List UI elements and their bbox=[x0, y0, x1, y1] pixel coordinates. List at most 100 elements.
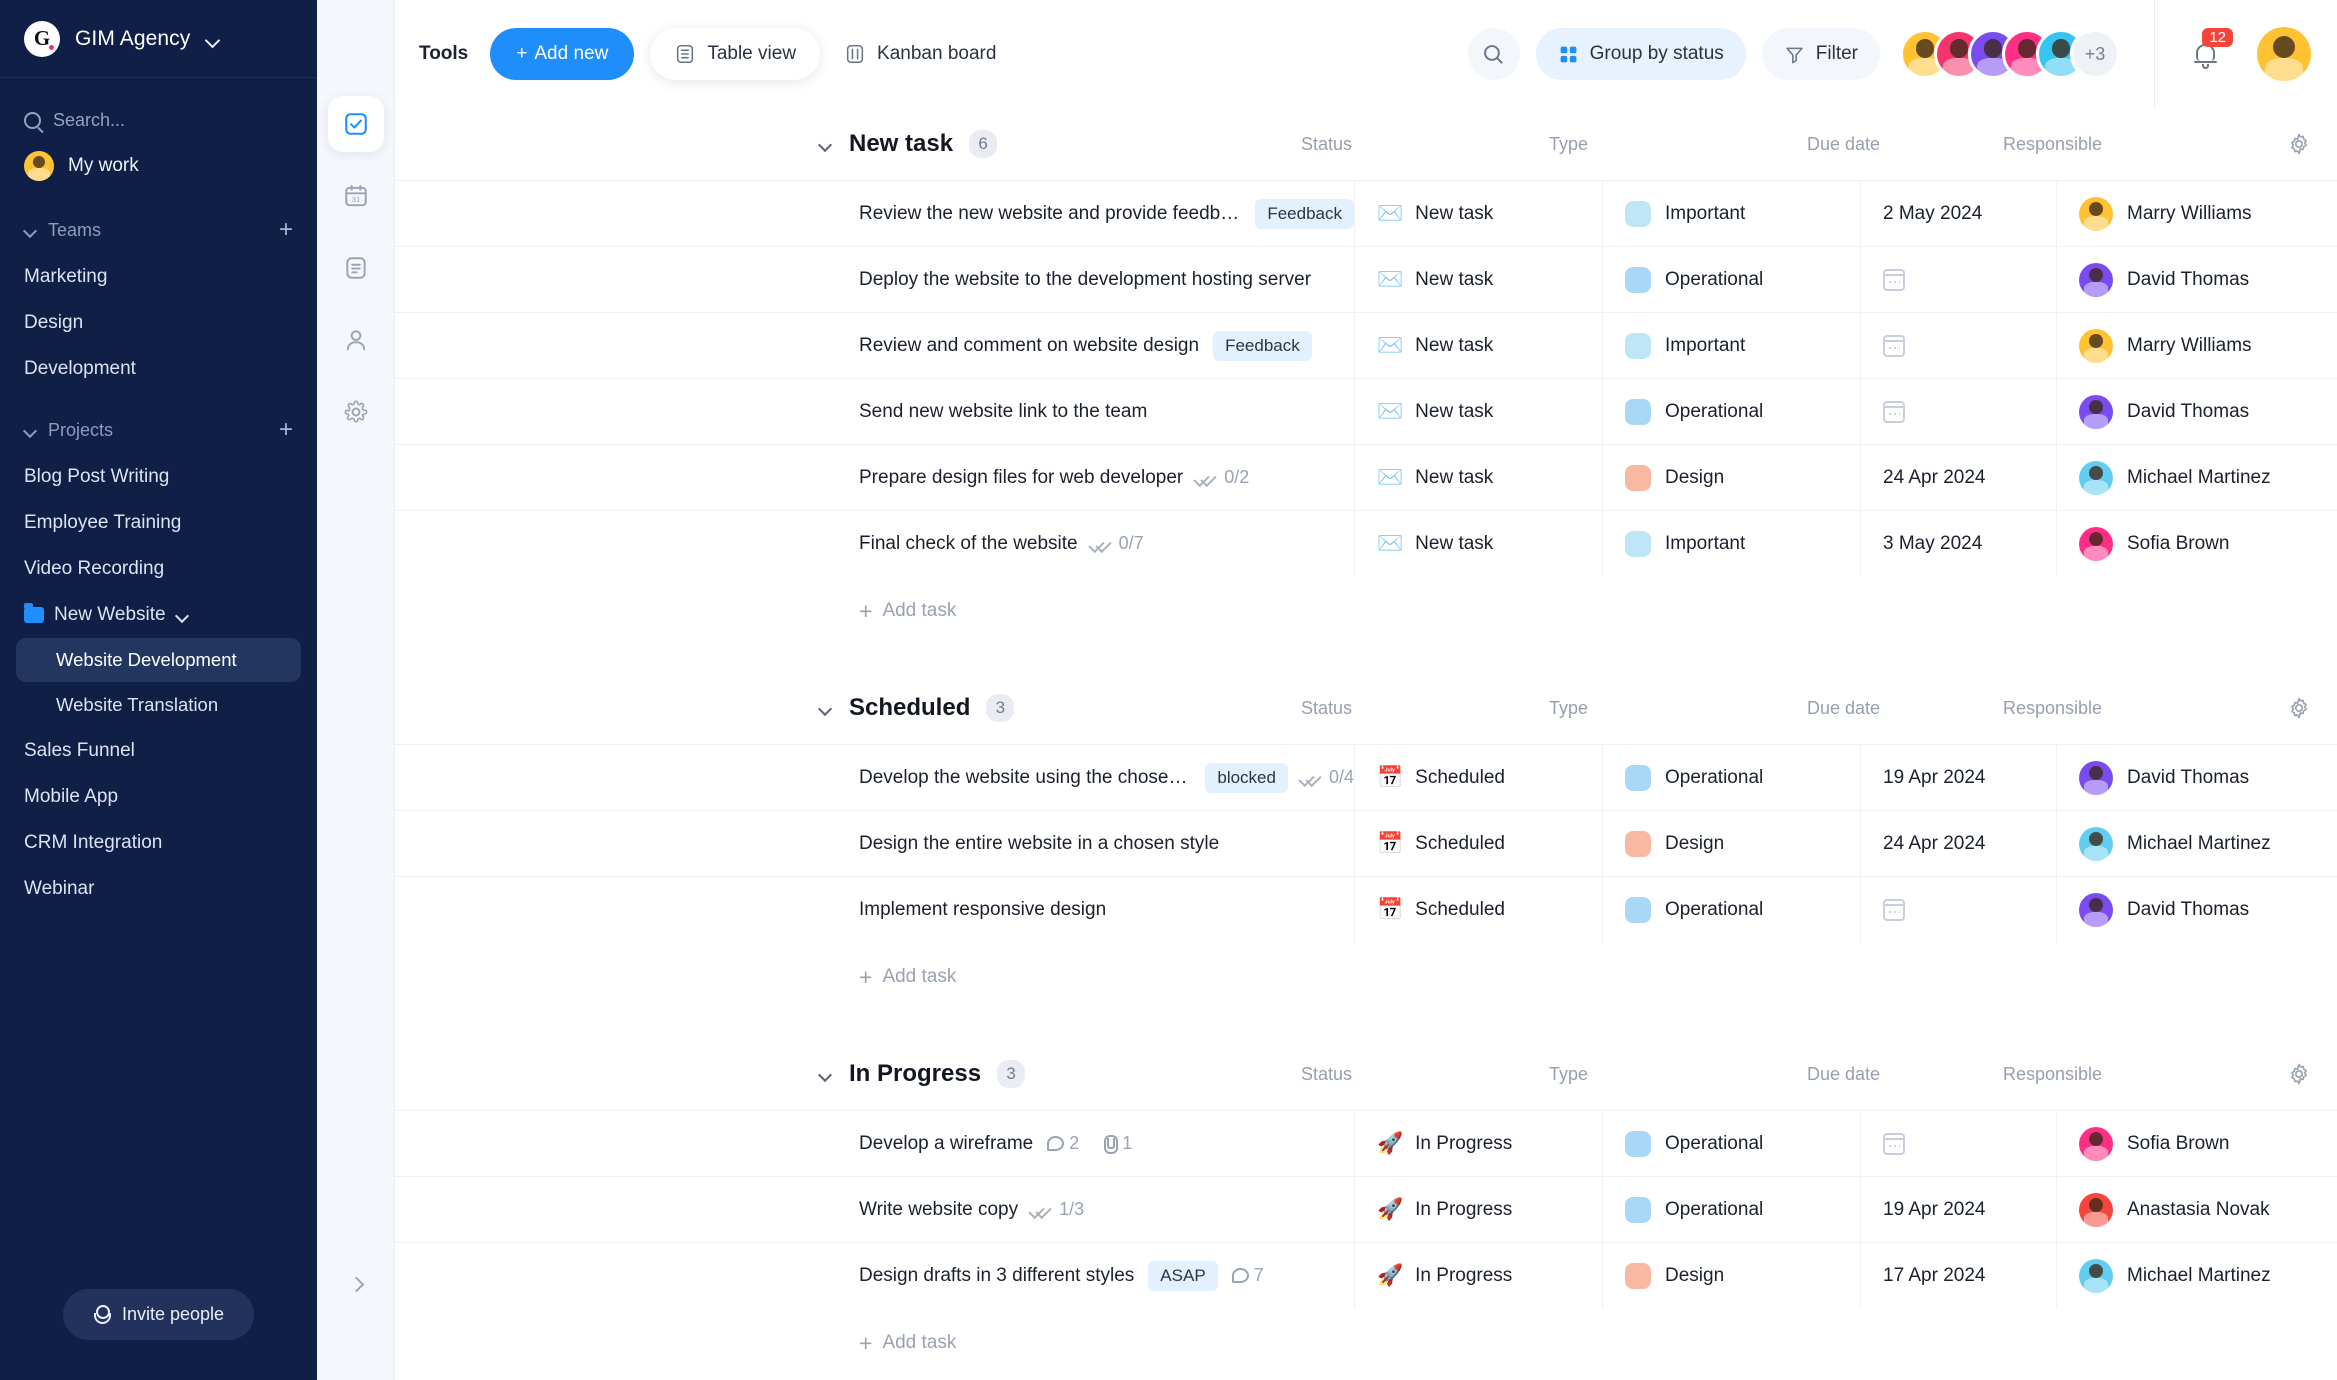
task-due-date-cell[interactable] bbox=[1861, 1110, 2057, 1177]
invite-people-button[interactable]: Invite people bbox=[62, 1289, 255, 1340]
task-responsible-cell[interactable]: Marry Williams bbox=[2057, 313, 2337, 379]
notifications-button[interactable]: 12 bbox=[2181, 28, 2233, 78]
task-responsible-cell[interactable]: David Thomas bbox=[2057, 247, 2337, 313]
task-due-date-cell[interactable]: 3 May 2024 bbox=[1861, 510, 2057, 577]
task-status-cell[interactable]: 🚀 In Progress bbox=[1355, 1242, 1603, 1309]
table-row[interactable]: Write website copy 1/3 🚀 In Progress Ope… bbox=[395, 1176, 2337, 1243]
task-type-cell[interactable]: Design bbox=[1603, 444, 1861, 511]
table-settings-button[interactable] bbox=[2261, 696, 2337, 720]
filter-button[interactable]: Filter bbox=[1761, 28, 1880, 80]
chevron-down-icon[interactable] bbox=[176, 608, 190, 622]
task-due-date-cell[interactable]: 19 Apr 2024 bbox=[1861, 1176, 2057, 1243]
task-title-cell[interactable]: Design drafts in 3 different styles ASAP… bbox=[395, 1242, 1355, 1309]
task-status-cell[interactable]: ✉️ New task bbox=[1355, 180, 1603, 247]
task-responsible-cell[interactable]: David Thomas bbox=[2057, 379, 2337, 445]
task-due-date-cell[interactable]: 2 May 2024 bbox=[1861, 180, 2057, 247]
group-by-status-button[interactable]: Group by status bbox=[1535, 28, 1746, 80]
add-new-button[interactable]: + Add new bbox=[490, 28, 635, 80]
sidebar-item-my-work[interactable]: My work bbox=[0, 140, 317, 192]
task-type-cell[interactable]: Important bbox=[1603, 180, 1861, 247]
table-row[interactable]: Send new website link to the team ✉️ New… bbox=[395, 378, 2337, 445]
sidebar-group-projects[interactable]: Projects + bbox=[0, 406, 317, 454]
task-due-date-cell[interactable]: 17 Apr 2024 bbox=[1861, 1242, 2057, 1309]
task-due-date-cell[interactable] bbox=[1861, 876, 2057, 943]
task-title-cell[interactable]: Review and comment on website design Fee… bbox=[395, 312, 1355, 379]
task-due-date-cell[interactable]: 24 Apr 2024 bbox=[1861, 810, 2057, 877]
table-settings-button[interactable] bbox=[2261, 132, 2337, 156]
task-title-cell[interactable]: Design the entire website in a chosen st… bbox=[395, 810, 1355, 877]
task-title-cell[interactable]: Develop the website using the chosen CMS… bbox=[395, 744, 1355, 811]
task-type-cell[interactable]: Operational bbox=[1603, 246, 1861, 313]
task-type-cell[interactable]: Important bbox=[1603, 510, 1861, 577]
task-responsible-cell[interactable]: David Thomas bbox=[2057, 877, 2337, 943]
search-button[interactable] bbox=[1467, 28, 1520, 80]
task-status-cell[interactable]: 🚀 In Progress bbox=[1355, 1110, 1603, 1177]
task-status-cell[interactable]: 📅 Scheduled bbox=[1355, 876, 1603, 943]
table-row[interactable]: Review the new website and provide feedb… bbox=[395, 180, 2337, 247]
task-status-cell[interactable]: 🚀 In Progress bbox=[1355, 1176, 1603, 1243]
chevron-down-icon[interactable] bbox=[819, 701, 833, 715]
task-type-cell[interactable]: Design bbox=[1603, 810, 1861, 877]
sidebar-item-website-development[interactable]: Website Development bbox=[16, 638, 301, 682]
task-status-cell[interactable]: ✉️ New task bbox=[1355, 510, 1603, 577]
rail-item-calendar[interactable]: 31 bbox=[328, 168, 384, 224]
sidebar-item-mobile-app[interactable]: Mobile App bbox=[0, 774, 317, 820]
chevron-down-icon[interactable] bbox=[819, 137, 833, 151]
task-responsible-cell[interactable]: Michael Martinez bbox=[2057, 1243, 2337, 1309]
sidebar-item-development[interactable]: Development bbox=[0, 346, 317, 392]
table-row[interactable]: Develop the website using the chosen CMS… bbox=[395, 744, 2337, 811]
task-title-cell[interactable]: Write website copy 1/3 bbox=[395, 1176, 1355, 1243]
table-row[interactable]: Design drafts in 3 different styles ASAP… bbox=[395, 1242, 2337, 1309]
sidebar-item-blog-post-writing[interactable]: Blog Post Writing bbox=[0, 454, 317, 500]
tab-table-view[interactable]: Table view bbox=[650, 28, 821, 80]
table-row[interactable]: Prepare design files for web developer 0… bbox=[395, 444, 2337, 511]
sidebar-item-crm-integration[interactable]: CRM Integration bbox=[0, 820, 317, 866]
task-type-cell[interactable]: Operational bbox=[1603, 744, 1861, 811]
sidebar-item-design[interactable]: Design bbox=[0, 300, 317, 346]
task-due-date-cell[interactable] bbox=[1861, 246, 2057, 313]
task-status-cell[interactable]: ✉️ New task bbox=[1355, 444, 1603, 511]
task-type-cell[interactable]: Design bbox=[1603, 1242, 1861, 1309]
task-type-cell[interactable]: Operational bbox=[1603, 876, 1861, 943]
rail-item-contacts[interactable] bbox=[328, 312, 384, 368]
table-row[interactable]: Final check of the website 0/7 ✉️ New ta… bbox=[395, 510, 2337, 577]
task-status-cell[interactable]: ✉️ New task bbox=[1355, 246, 1603, 313]
task-responsible-cell[interactable]: Michael Martinez bbox=[2057, 811, 2337, 877]
chevron-down-icon[interactable] bbox=[819, 1067, 833, 1081]
sidebar-item-website-translation[interactable]: Website Translation bbox=[0, 682, 317, 728]
rail-item-documents[interactable] bbox=[328, 240, 384, 296]
table-row[interactable]: Develop a wireframe 2 1 🚀 In Progress Op… bbox=[395, 1110, 2337, 1177]
task-status-cell[interactable]: ✉️ New task bbox=[1355, 312, 1603, 379]
sidebar-item-sales-funnel[interactable]: Sales Funnel bbox=[0, 728, 317, 774]
collapse-sidebar-button[interactable] bbox=[339, 1266, 373, 1300]
task-title-cell[interactable]: Develop a wireframe 2 1 bbox=[395, 1110, 1355, 1177]
add-project-button[interactable]: + bbox=[279, 418, 293, 442]
task-responsible-cell[interactable]: Sofia Brown bbox=[2057, 511, 2337, 577]
member-avatars[interactable]: +3 bbox=[1900, 29, 2120, 79]
table-row[interactable]: Review and comment on website design Fee… bbox=[395, 312, 2337, 379]
table-settings-button[interactable] bbox=[2261, 1062, 2337, 1086]
sidebar-item-video-recording[interactable]: Video Recording bbox=[0, 546, 317, 592]
table-row[interactable]: Implement responsive design 📅 Scheduled … bbox=[395, 876, 2337, 943]
task-type-cell[interactable]: Operational bbox=[1603, 1176, 1861, 1243]
add-task-button[interactable]: + Add task bbox=[395, 942, 2337, 1012]
table-row[interactable]: Design the entire website in a chosen st… bbox=[395, 810, 2337, 877]
task-due-date-cell[interactable]: 24 Apr 2024 bbox=[1861, 444, 2057, 511]
user-avatar[interactable] bbox=[2257, 27, 2311, 81]
task-title-cell[interactable]: Prepare design files for web developer 0… bbox=[395, 444, 1355, 511]
sidebar-item-employee-training[interactable]: Employee Training bbox=[0, 500, 317, 546]
sidebar-item-webinar[interactable]: Webinar bbox=[0, 866, 317, 912]
add-team-button[interactable]: + bbox=[279, 218, 293, 242]
rail-item-settings[interactable] bbox=[328, 384, 384, 440]
sidebar-group-teams[interactable]: Teams + bbox=[0, 206, 317, 254]
task-type-cell[interactable]: Operational bbox=[1603, 1110, 1861, 1177]
task-status-cell[interactable]: ✉️ New task bbox=[1355, 378, 1603, 445]
sidebar-item-new-website[interactable]: New Website bbox=[0, 592, 317, 638]
rail-item-tasks[interactable] bbox=[327, 96, 384, 152]
add-task-button[interactable]: + Add task bbox=[395, 576, 2337, 646]
task-responsible-cell[interactable]: Sofia Brown bbox=[2057, 1111, 2337, 1177]
task-responsible-cell[interactable]: Michael Martinez bbox=[2057, 445, 2337, 511]
task-responsible-cell[interactable]: David Thomas bbox=[2057, 745, 2337, 811]
task-type-cell[interactable]: Operational bbox=[1603, 378, 1861, 445]
task-status-cell[interactable]: 📅 Scheduled bbox=[1355, 744, 1603, 811]
